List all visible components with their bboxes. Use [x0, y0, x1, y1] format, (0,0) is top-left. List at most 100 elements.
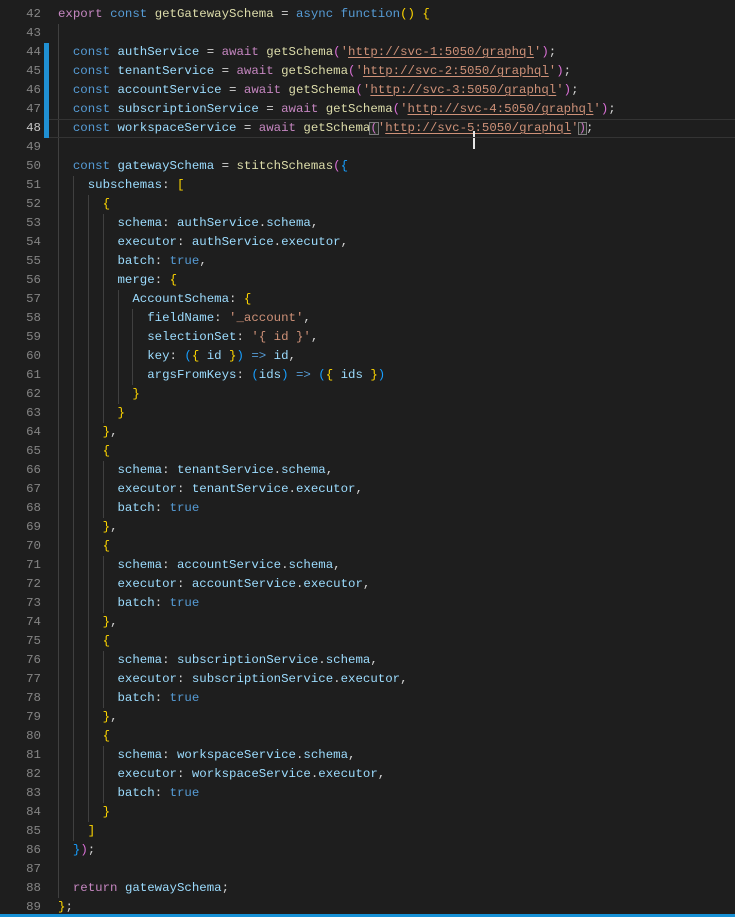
- code-line-50[interactable]: 50 const gatewaySchema = stitchSchemas({: [0, 157, 735, 176]
- line-number[interactable]: 74: [26, 613, 41, 632]
- code-line-76[interactable]: 76 schema: subscriptionService.schema,: [0, 651, 735, 670]
- code-line-69[interactable]: 69 },: [0, 518, 735, 537]
- code-line-59[interactable]: 59 selectionSet: '{ id }',: [0, 328, 735, 347]
- indent-guide: [88, 651, 89, 670]
- line-number[interactable]: 66: [26, 461, 41, 480]
- code-line-70[interactable]: 70 {: [0, 537, 735, 556]
- code-line-57[interactable]: 57 AccountSchema: {: [0, 290, 735, 309]
- code-line-65[interactable]: 65 {: [0, 442, 735, 461]
- code-line-77[interactable]: 77 executor: subscriptionService.executo…: [0, 670, 735, 689]
- line-number[interactable]: 79: [26, 708, 41, 727]
- line-number[interactable]: 72: [26, 575, 41, 594]
- code-line-42[interactable]: 42export const getGatewaySchema = async …: [0, 5, 735, 24]
- line-number[interactable]: 65: [26, 442, 41, 461]
- code-token: ): [80, 843, 87, 857]
- code-line-74[interactable]: 74 },: [0, 613, 735, 632]
- line-number[interactable]: 58: [26, 309, 41, 328]
- code-content: schema: authService.schema,: [49, 214, 735, 233]
- code-line-64[interactable]: 64 },: [0, 423, 735, 442]
- line-number[interactable]: 77: [26, 670, 41, 689]
- code-line-67[interactable]: 67 executor: tenantService.executor,: [0, 480, 735, 499]
- line-number[interactable]: 46: [26, 81, 41, 100]
- line-number[interactable]: 73: [26, 594, 41, 613]
- code-line-60[interactable]: 60 key: ({ id }) => id,: [0, 347, 735, 366]
- code-line-73[interactable]: 73 batch: true: [0, 594, 735, 613]
- line-number[interactable]: 70: [26, 537, 41, 556]
- line-number[interactable]: 68: [26, 499, 41, 518]
- code-line-83[interactable]: 83 batch: true: [0, 784, 735, 803]
- line-number[interactable]: 81: [26, 746, 41, 765]
- line-number[interactable]: 83: [26, 784, 41, 803]
- code-line-55[interactable]: 55 batch: true,: [0, 252, 735, 271]
- line-number[interactable]: 51: [26, 176, 41, 195]
- line-number[interactable]: 48: [26, 119, 41, 138]
- line-number[interactable]: 50: [26, 157, 41, 176]
- code-line-80[interactable]: 80 {: [0, 727, 735, 746]
- line-number[interactable]: 63: [26, 404, 41, 423]
- line-number[interactable]: 43: [26, 24, 41, 43]
- line-number[interactable]: 80: [26, 727, 41, 746]
- code-line-48[interactable]: 48 const workspaceService = await getSch…: [0, 119, 735, 138]
- code-line-87[interactable]: 87: [0, 860, 735, 879]
- line-number[interactable]: 57: [26, 290, 41, 309]
- code-line-45[interactable]: 45 const tenantService = await getSchema…: [0, 62, 735, 81]
- line-number[interactable]: 60: [26, 347, 41, 366]
- code-line-79[interactable]: 79 },: [0, 708, 735, 727]
- line-number[interactable]: 88: [26, 879, 41, 898]
- code-line-75[interactable]: 75 {: [0, 632, 735, 651]
- code-line-46[interactable]: 46 const accountService = await getSchem…: [0, 81, 735, 100]
- code-editor[interactable]: 42export const getGatewaySchema = async …: [0, 0, 735, 917]
- line-number[interactable]: 71: [26, 556, 41, 575]
- code-line-82[interactable]: 82 executor: workspaceService.executor,: [0, 765, 735, 784]
- line-number[interactable]: 78: [26, 689, 41, 708]
- line-number[interactable]: 61: [26, 366, 41, 385]
- line-number[interactable]: 44: [26, 43, 41, 62]
- code-line-71[interactable]: 71 schema: accountService.schema,: [0, 556, 735, 575]
- line-number[interactable]: 67: [26, 480, 41, 499]
- line-number[interactable]: 54: [26, 233, 41, 252]
- code-line-54[interactable]: 54 executor: authService.executor,: [0, 233, 735, 252]
- code-line-72[interactable]: 72 executor: accountService.executor,: [0, 575, 735, 594]
- line-number[interactable]: 64: [26, 423, 41, 442]
- code-line-43[interactable]: 43: [0, 24, 735, 43]
- line-number[interactable]: 59: [26, 328, 41, 347]
- code-line-88[interactable]: 88 return gatewaySchema;: [0, 879, 735, 898]
- code-line-63[interactable]: 63 }: [0, 404, 735, 423]
- code-line-85[interactable]: 85 ]: [0, 822, 735, 841]
- line-number[interactable]: 42: [26, 5, 41, 24]
- line-number[interactable]: 85: [26, 822, 41, 841]
- line-number[interactable]: 49: [26, 138, 41, 157]
- code-line-51[interactable]: 51 subschemas: [: [0, 176, 735, 195]
- code-line-56[interactable]: 56 merge: {: [0, 271, 735, 290]
- line-number[interactable]: 45: [26, 62, 41, 81]
- code-line-44[interactable]: 44 const authService = await getSchema('…: [0, 43, 735, 62]
- line-number[interactable]: 55: [26, 252, 41, 271]
- gutter-cell: 65: [0, 442, 49, 461]
- code-line-81[interactable]: 81 schema: workspaceService.schema,: [0, 746, 735, 765]
- code-line-52[interactable]: 52 {: [0, 195, 735, 214]
- code-line-62[interactable]: 62 }: [0, 385, 735, 404]
- code-line-66[interactable]: 66 schema: tenantService.schema,: [0, 461, 735, 480]
- line-number[interactable]: 76: [26, 651, 41, 670]
- code-line-86[interactable]: 86 });: [0, 841, 735, 860]
- code-line-68[interactable]: 68 batch: true: [0, 499, 735, 518]
- code-line-58[interactable]: 58 fieldName: '_account',: [0, 309, 735, 328]
- line-number[interactable]: 47: [26, 100, 41, 119]
- line-number[interactable]: 56: [26, 271, 41, 290]
- line-number[interactable]: 52: [26, 195, 41, 214]
- line-number[interactable]: 84: [26, 803, 41, 822]
- code-line-49[interactable]: 49: [0, 138, 735, 157]
- code-token: tenantService: [192, 482, 289, 496]
- code-line-78[interactable]: 78 batch: true: [0, 689, 735, 708]
- code-line-61[interactable]: 61 argsFromKeys: (ids) => ({ ids }): [0, 366, 735, 385]
- line-number[interactable]: 62: [26, 385, 41, 404]
- line-number[interactable]: 86: [26, 841, 41, 860]
- code-line-53[interactable]: 53 schema: authService.schema,: [0, 214, 735, 233]
- code-line-47[interactable]: 47 const subscriptionService = await get…: [0, 100, 735, 119]
- line-number[interactable]: 87: [26, 860, 41, 879]
- code-line-84[interactable]: 84 }: [0, 803, 735, 822]
- line-number[interactable]: 82: [26, 765, 41, 784]
- line-number[interactable]: 53: [26, 214, 41, 233]
- line-number[interactable]: 69: [26, 518, 41, 537]
- line-number[interactable]: 75: [26, 632, 41, 651]
